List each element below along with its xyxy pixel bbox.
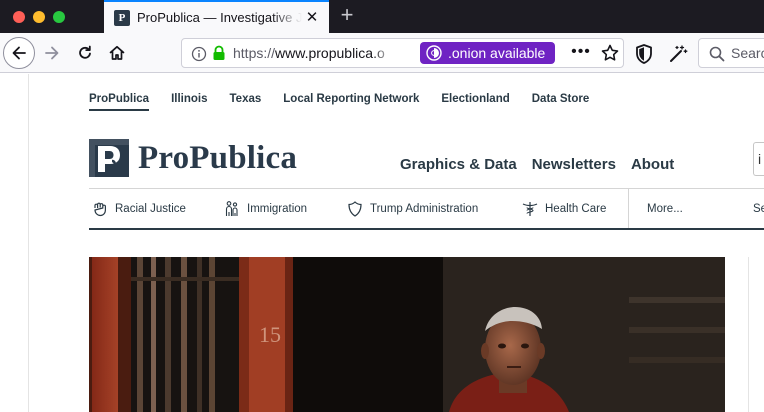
active-tab[interactable]: P ProPublica — Investigative Journalism … <box>104 0 329 33</box>
top-nav-local-reporting-network[interactable]: Local Reporting Network <box>283 92 419 111</box>
search-placeholder: Search <box>731 45 764 61</box>
tab-close-icon[interactable]: ✕ <box>304 10 320 26</box>
arrow-right-icon <box>45 46 59 60</box>
window-maximize-button[interactable] <box>53 11 65 23</box>
navigation-toolbar: https://www.propublica.o .onion availabl… <box>0 33 764 73</box>
reload-icon <box>79 45 91 59</box>
url-host: www.propublica.o <box>275 45 385 61</box>
top-nav-data-store[interactable]: Data Store <box>532 92 590 111</box>
sidebar-divider <box>748 257 749 412</box>
topic-immigration[interactable]: Immigration <box>223 198 307 220</box>
new-tab-button[interactable]: + <box>336 4 358 28</box>
topic-more[interactable]: More... <box>647 198 683 220</box>
hero-photo[interactable]: 15 <box>89 257 725 412</box>
forward-button[interactable] <box>40 39 64 67</box>
search-bar[interactable]: Search <box>698 38 764 68</box>
onion-available-button[interactable]: .onion available <box>420 42 555 64</box>
top-nav-texas[interactable]: Texas <box>230 92 262 111</box>
tab-strip: P ProPublica — Investigative Journalism … <box>0 0 764 33</box>
home-button[interactable] <box>104 39 130 67</box>
window-minimize-button[interactable] <box>33 11 45 23</box>
url-fade <box>372 43 394 63</box>
topic-label: Trump Administration <box>370 203 479 215</box>
url-scheme: https:// <box>233 45 276 61</box>
top-nav-illinois[interactable]: Illinois <box>171 92 207 111</box>
propublica-favicon-icon: P <box>114 10 130 26</box>
topics-bottom-divider <box>89 228 764 230</box>
topic-health-care[interactable]: Health Care <box>521 198 606 220</box>
back-button[interactable] <box>3 37 35 69</box>
site-search-input[interactable]: i <box>753 142 764 176</box>
web-page: ProPublica Illinois Texas Local Reportin… <box>0 74 764 412</box>
page-actions-menu-button[interactable]: ••• <box>570 44 592 62</box>
onion-icon <box>426 45 442 61</box>
fist-icon <box>94 202 106 217</box>
topic-racial-justice[interactable]: Racial Justice <box>91 198 186 220</box>
arrow-left-icon <box>12 46 26 60</box>
nav-about[interactable]: About <box>631 156 674 174</box>
onion-label: .onion available <box>448 45 546 61</box>
topic-trump-administration[interactable]: Trump Administration <box>346 198 478 220</box>
hero-photo-illustration: 15 <box>89 257 725 412</box>
shield-icon <box>348 201 362 217</box>
address-bar[interactable]: https://www.propublica.o .onion availabl… <box>181 38 624 68</box>
window-close-button[interactable] <box>13 11 25 23</box>
site-main-nav: Graphics & Data Newsletters About <box>400 156 689 174</box>
nav-graphics-data[interactable]: Graphics & Data <box>400 156 517 174</box>
bookmark-star-icon[interactable] <box>600 43 620 63</box>
tracking-protection-shield-icon[interactable] <box>634 43 654 65</box>
propublica-logo-icon[interactable] <box>89 139 129 177</box>
topics-separator <box>628 189 629 228</box>
tab-title: ProPublica — Investigative Journalism an… <box>137 10 302 26</box>
lock-icon[interactable] <box>212 45 226 61</box>
reload-button[interactable] <box>73 39 97 67</box>
topics-top-divider <box>89 188 764 189</box>
magic-wand-icon[interactable] <box>667 43 689 65</box>
topic-label: Racial Justice <box>115 203 186 215</box>
home-icon <box>109 45 125 60</box>
topic-search-cut[interactable]: Se <box>753 198 764 220</box>
search-icon <box>709 46 725 62</box>
caduceus-icon <box>522 202 538 216</box>
browser-window: P ProPublica — Investigative Journalism … <box>0 0 764 412</box>
topic-bar: Racial Justice Immigration Trump Adminis… <box>89 198 764 222</box>
propublica-wordmark[interactable]: ProPublica <box>138 138 297 178</box>
topic-label: Immigration <box>247 203 308 215</box>
top-nav-propublica[interactable]: ProPublica <box>89 92 150 111</box>
top-nav-electionland[interactable]: Electionland <box>441 92 509 111</box>
site-top-nav: ProPublica Illinois Texas Local Reportin… <box>89 92 611 111</box>
topic-label: Health Care <box>545 203 607 215</box>
page-left-border <box>28 74 29 412</box>
nav-newsletters[interactable]: Newsletters <box>532 156 616 174</box>
url-text[interactable]: https://www.propublica.o <box>233 45 393 62</box>
people-icon <box>225 201 238 216</box>
info-icon[interactable] <box>191 46 207 62</box>
door-number-text: 15 <box>259 322 281 347</box>
